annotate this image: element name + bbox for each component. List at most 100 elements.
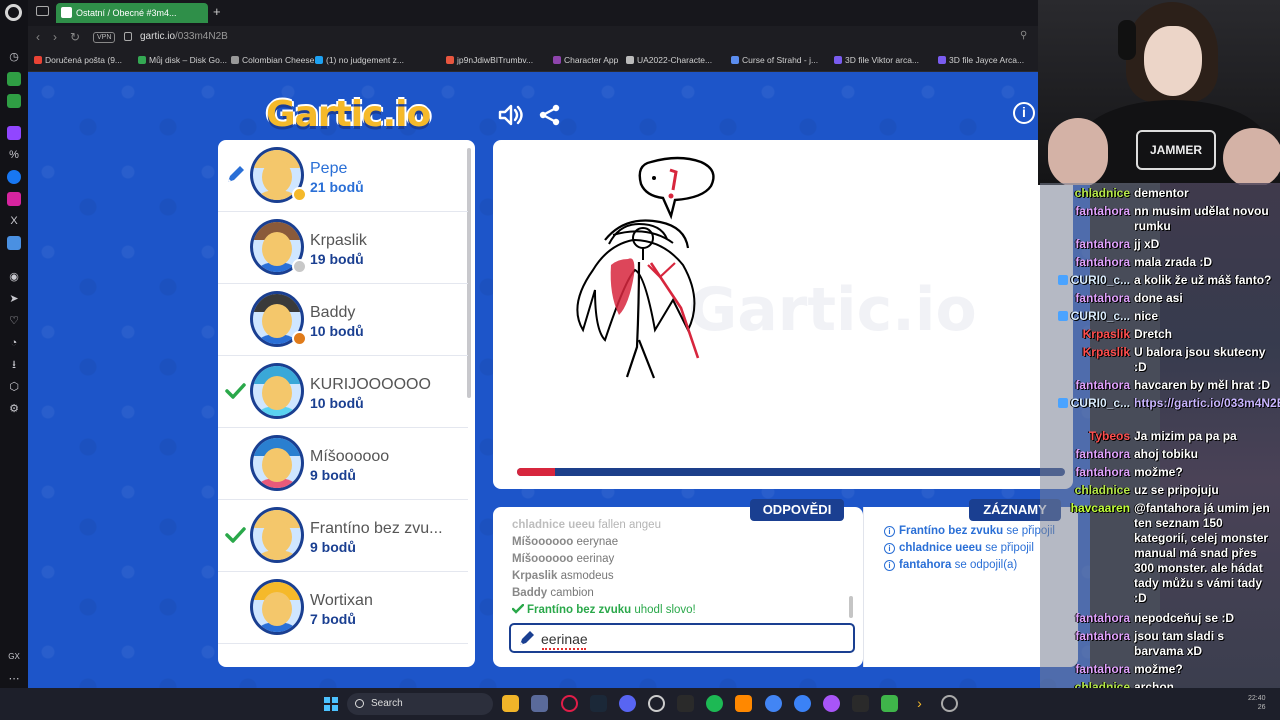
check-icon xyxy=(511,603,527,616)
drawing-canvas[interactable]: Gartic.io xyxy=(493,140,1073,489)
url-field[interactable]: gartic.io/033m4N2B xyxy=(140,31,228,42)
download-icon[interactable]: ⭳ xyxy=(7,358,21,372)
player-rank-dot xyxy=(292,259,307,274)
bookmark-favicon-icon xyxy=(315,56,323,64)
bookmark-item[interactable]: Colombian Cheese... xyxy=(231,55,321,65)
bookmark-item[interactable]: 3D file Jayce Arca... xyxy=(938,55,1024,65)
player-row[interactable]: Krpaslik 19 bodů xyxy=(218,212,468,284)
vlc-icon[interactable] xyxy=(735,695,752,712)
discord-icon[interactable] xyxy=(619,695,636,712)
file-explorer-icon[interactable] xyxy=(502,695,519,712)
windows-start-icon[interactable] xyxy=(324,697,338,711)
player-name: Pepe xyxy=(310,160,348,177)
answer-input-box[interactable] xyxy=(509,623,855,653)
check-icon xyxy=(224,380,246,402)
bookmark-favicon-icon xyxy=(731,56,739,64)
settings-icon[interactable]: ⚙ xyxy=(7,402,21,416)
x-twitter-icon[interactable]: X xyxy=(7,214,21,228)
bookmark-label: Curse of Strahd - j... xyxy=(742,55,819,65)
clock-icon[interactable]: ◔ xyxy=(7,336,21,350)
player-avatar xyxy=(250,363,304,419)
system-clock[interactable]: 22:40 26 xyxy=(1248,694,1266,712)
vpn-badge[interactable]: VPN xyxy=(93,32,116,43)
sound-toggle-icon[interactable] xyxy=(498,104,524,126)
answer-user: chladnice ueeu xyxy=(512,519,596,531)
history-icon[interactable]: ◷ xyxy=(7,50,21,64)
new-tab-button[interactable]: + xyxy=(213,4,221,19)
tab-answers[interactable]: ODPOVĚDI xyxy=(750,499,844,521)
answer-text: asmodeus xyxy=(560,570,614,582)
heart-icon[interactable]: ♡ xyxy=(7,314,21,328)
opera-gx-taskbar-icon[interactable] xyxy=(561,695,578,712)
vk-icon[interactable] xyxy=(7,236,21,250)
chrome-icon[interactable] xyxy=(765,695,782,712)
bookmark-item[interactable]: Můj disk – Disk Go... xyxy=(138,55,227,65)
answer-input[interactable] xyxy=(541,629,841,649)
bookmark-item[interactable]: (1) no judgement z... xyxy=(315,55,404,65)
bookmark-item[interactable]: jp9nJdiwBITrumbv... xyxy=(446,55,533,65)
player-row[interactable]: Wortixan 7 bodů xyxy=(218,572,468,644)
player-icon[interactable]: ◉ xyxy=(7,270,21,284)
chat-user-name: fantahora xyxy=(1075,291,1130,305)
player-row[interactable]: Míšoooooo 9 bodů xyxy=(218,428,468,500)
player-row[interactable]: Frantíno bez zvu... 9 bodů xyxy=(218,500,468,572)
player-points: 9 bodů xyxy=(310,539,356,555)
chevron-app-icon[interactable]: › xyxy=(911,695,928,712)
bookmark-item[interactable]: Character App xyxy=(553,55,618,65)
opera-logo-icon[interactable] xyxy=(5,4,22,21)
chat-text: ahoj tobiku xyxy=(1134,447,1198,461)
player-row[interactable]: KURIJOOOOOO 10 bodů xyxy=(218,356,468,428)
settings-taskbar-icon[interactable] xyxy=(941,695,958,712)
record-row: i chladnice ueeu se připojil xyxy=(884,542,1034,554)
reload-icon[interactable]: ↻ xyxy=(70,30,80,44)
bookmark-item[interactable]: UA2022-Characte... xyxy=(626,55,712,65)
answer-row: Krpaslik asmodeus xyxy=(512,570,614,582)
steam-icon[interactable] xyxy=(590,695,607,712)
player-row[interactable]: Baddy 10 bodů xyxy=(218,284,468,356)
messenger-app-icon[interactable] xyxy=(7,94,21,108)
player-row[interactable]: Pepe 21 bodů xyxy=(218,140,468,212)
spotify-icon[interactable] xyxy=(706,695,723,712)
percent-icon[interactable]: % xyxy=(7,148,21,162)
tab-active[interactable]: Ostatní / Obecné #3m4... xyxy=(56,3,208,23)
answers-scrollbar[interactable] xyxy=(849,596,853,618)
dark-app-icon[interactable] xyxy=(852,695,869,712)
answer-user: Míšoooooo xyxy=(512,536,574,548)
chat-user-name: Tybeos xyxy=(1088,429,1130,443)
chat-text: https://gartic.io/033m4N2B xyxy=(1134,396,1280,410)
pin-icon[interactable]: ⚲ xyxy=(1020,30,1027,41)
more-icon[interactable]: ⋯ xyxy=(7,672,21,686)
tab-island-icon[interactable] xyxy=(36,6,49,16)
answer-user: Baddy xyxy=(512,587,548,599)
chat-user: fantahora xyxy=(1044,204,1130,219)
twitch-icon[interactable] xyxy=(7,126,21,140)
instagram-icon[interactable] xyxy=(7,192,21,206)
send-icon[interactable]: ➤ xyxy=(7,292,21,306)
avatar-face xyxy=(262,376,292,410)
share-icon[interactable] xyxy=(539,104,561,126)
bookmark-item[interactable]: Doručená pošta (9... xyxy=(34,55,122,65)
player-name: Baddy xyxy=(310,304,356,321)
minecraft-icon[interactable] xyxy=(881,695,898,712)
gartic-logo[interactable]: Gartic.io xyxy=(266,94,431,135)
back-icon[interactable]: ‹ xyxy=(36,30,40,44)
record-text: se odpojil(a) xyxy=(954,559,1018,571)
gx-icon[interactable]: GX xyxy=(7,650,21,664)
forward-icon[interactable]: › xyxy=(53,30,57,44)
info-button[interactable]: i xyxy=(1013,102,1035,124)
save-app-icon[interactable] xyxy=(531,695,548,712)
arc-icon[interactable] xyxy=(677,695,694,712)
stream-chat-overlay: chladnice dementor fantahora nn musim uděla… xyxy=(1040,183,1280,720)
bluetooth-app-icon[interactable] xyxy=(794,695,811,712)
cube-icon[interactable]: ⬡ xyxy=(7,380,21,394)
messenger-taskbar-icon[interactable] xyxy=(823,695,840,712)
lock-icon[interactable] xyxy=(124,32,132,41)
facebook-messenger-icon[interactable] xyxy=(7,170,21,184)
taskbar-search[interactable]: Search xyxy=(347,693,493,715)
chat-app-icon[interactable] xyxy=(7,72,21,86)
obs-icon[interactable] xyxy=(648,695,665,712)
players-list: Pepe 21 bodů Krpaslik 19 bodů Baddy 10 bodů KU… xyxy=(218,140,475,667)
pencil-icon xyxy=(520,631,534,645)
bookmark-item[interactable]: 3D file Viktor arca... xyxy=(834,55,919,65)
bookmark-item[interactable]: Curse of Strahd - j... xyxy=(731,55,818,65)
